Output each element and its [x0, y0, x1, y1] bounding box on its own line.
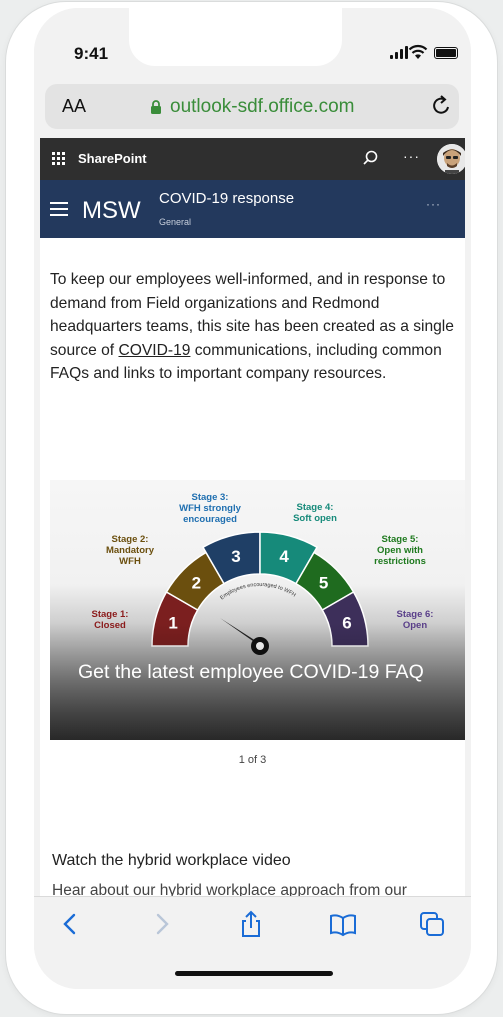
carousel-caption[interactable]: Get the latest employee COVID-19 FAQ	[78, 658, 448, 687]
search-icon[interactable]	[360, 148, 380, 168]
lock-icon	[151, 99, 161, 114]
url-field[interactable]: outlook-sdf.office.com	[150, 96, 354, 118]
site-more-icon[interactable]: ···	[426, 197, 441, 211]
intro-paragraph: To keep our employees well-informed, and…	[50, 268, 462, 386]
web-page: SharePoint ··· MSW COVID-19 response Gen…	[40, 138, 465, 898]
back-icon[interactable]	[56, 909, 86, 939]
battery-icon	[434, 47, 458, 59]
notch	[129, 8, 342, 66]
phone-screen: 9:41 AA outlook-sdf.office.com SharePoin…	[34, 8, 471, 989]
forward-icon[interactable]	[146, 909, 176, 939]
suite-bar: SharePoint ···	[40, 138, 465, 180]
reload-icon[interactable]	[430, 93, 454, 117]
tabs-icon[interactable]	[417, 909, 447, 939]
address-bar[interactable]: AA outlook-sdf.office.com	[45, 84, 459, 129]
text-size-button[interactable]: AA	[62, 96, 86, 117]
phone-frame: 9:41 AA outlook-sdf.office.com SharePoin…	[6, 2, 497, 1014]
wifi-icon	[408, 44, 428, 59]
carousel-counter: 1 of 3	[238, 754, 267, 766]
home-indicator	[175, 971, 333, 976]
cellular-signal-icon	[390, 46, 408, 59]
app-name[interactable]: SharePoint	[78, 151, 147, 166]
url-text: outlook-sdf.office.com	[170, 96, 355, 117]
carousel-overlay	[50, 480, 465, 740]
avatar[interactable]	[437, 144, 465, 174]
menu-icon[interactable]	[50, 202, 68, 216]
covid-stages-gauge: 1Stage 1:Closed2Stage 2:MandatoryWFH3Sta…	[50, 480, 465, 740]
status-time: 9:41	[74, 44, 109, 63]
site-name[interactable]: MSW	[82, 197, 141, 225]
status-bar: 9:41	[34, 8, 471, 82]
section-label: General	[159, 217, 192, 227]
page-title: COVID-19 response	[159, 190, 295, 207]
bookmarks-icon[interactable]	[328, 909, 358, 939]
share-icon[interactable]	[236, 909, 266, 939]
app-launcher-icon[interactable]	[52, 152, 66, 166]
hero-carousel[interactable]: 1Stage 1:Closed2Stage 2:MandatoryWFH3Sta…	[50, 480, 465, 740]
more-options-icon[interactable]: ···	[403, 148, 420, 164]
site-header: MSW COVID-19 response General ···	[40, 180, 465, 238]
covid-link[interactable]: COVID-19	[118, 342, 190, 359]
section-title: Watch the hybrid workplace video	[52, 852, 291, 869]
